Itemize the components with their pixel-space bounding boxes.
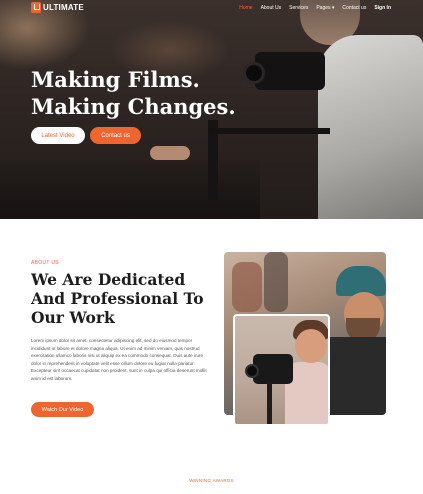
chevron-down-icon: ▾ <box>331 5 335 11</box>
top-navbar: ULTIMATE Home About Us Services Pages ▾ … <box>0 0 423 18</box>
awards-section-tag: WINNING AWARDS <box>189 478 234 483</box>
inset-camera-lens <box>245 364 259 378</box>
hero-cameraman-shirt <box>318 35 423 219</box>
about-photo-inset <box>233 314 330 426</box>
hero-buttons: Latest Video Contact us <box>31 127 141 144</box>
hero-section: ULTIMATE Home About Us Services Pages ▾ … <box>0 0 423 219</box>
photo-background-person-2 <box>264 252 288 312</box>
contact-us-button[interactable]: Contact us <box>90 127 141 144</box>
hero-camera-lens <box>243 62 265 84</box>
hero-crowd-shadow <box>0 160 260 219</box>
latest-video-button[interactable]: Latest Video <box>31 127 85 144</box>
inset-camera-pole <box>267 382 272 424</box>
hero-title: Making Films. Making Changes. <box>31 66 236 120</box>
photo-camera-gear <box>322 337 386 415</box>
watch-our-video-button[interactable]: Watch Our Video <box>31 402 94 417</box>
nav-item-contact-us[interactable]: Contact us <box>342 5 366 11</box>
logo-text: ULTIMATE <box>43 3 84 12</box>
nav-item-about-us[interactable]: About Us <box>261 5 282 11</box>
nav-menu: Home About Us Services Pages ▾ Contact u… <box>239 5 391 11</box>
hero-title-line1: Making Films. <box>31 67 200 92</box>
hero-camera-body <box>255 52 325 90</box>
nav-item-pages-label: Pages <box>316 5 331 11</box>
nav-item-services[interactable]: Services <box>289 5 308 11</box>
about-section-body: Lorem ipsum dolor sit amet, consectetur … <box>31 338 207 381</box>
inset-camera-body <box>253 354 293 384</box>
nav-item-home[interactable]: Home <box>239 5 252 11</box>
nav-item-pages[interactable]: Pages ▾ <box>316 5 334 11</box>
about-section-title: We Are Dedicated And Professional To Our… <box>31 270 204 327</box>
about-section-tag: ABOUT US <box>31 260 59 266</box>
photo-background-person <box>232 262 262 312</box>
hero-title-line2: Making Changes. <box>31 94 236 119</box>
hero-camera-rig-bar <box>210 128 330 134</box>
nav-sign-in-link[interactable]: Sign In <box>374 5 391 11</box>
logo-icon <box>31 2 41 13</box>
hero-violinist-arm <box>150 146 190 160</box>
inset-person-face <box>295 329 327 363</box>
site-logo[interactable]: ULTIMATE <box>31 2 84 13</box>
